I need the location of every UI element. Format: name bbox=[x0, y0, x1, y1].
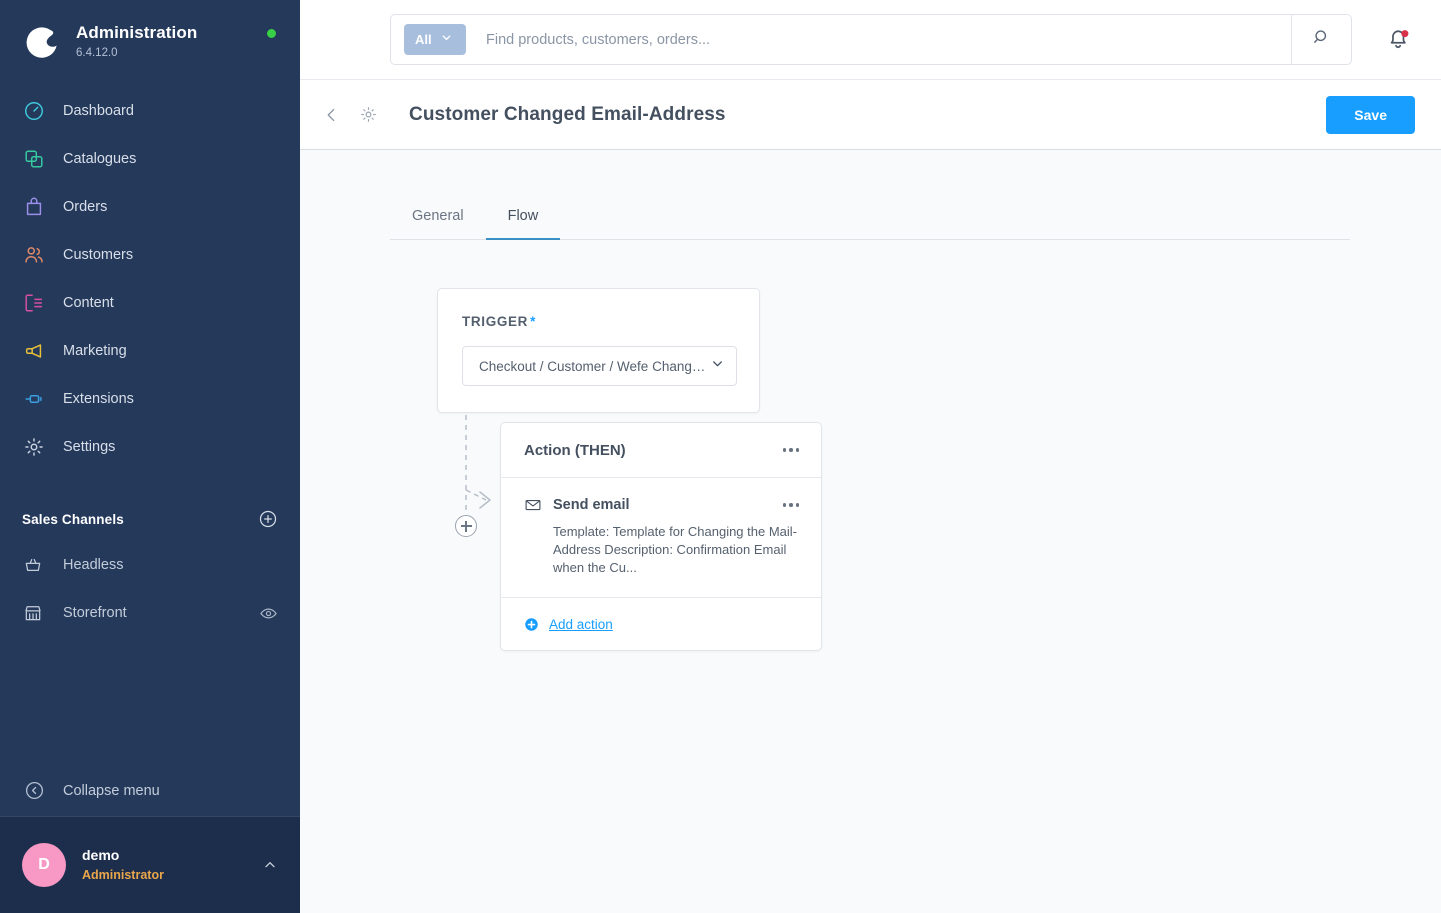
user-menu[interactable]: D demo Administrator bbox=[0, 817, 300, 913]
main-area: All Find products, customers, orders... … bbox=[300, 0, 1441, 913]
page-title: Customer Changed Email-Address bbox=[409, 103, 726, 125]
sidebar-item-content[interactable]: Content bbox=[0, 279, 300, 327]
sidebar-nav: Dashboard Catalogues Orders Customers Co… bbox=[0, 87, 300, 471]
bag-icon bbox=[22, 195, 46, 219]
add-action-row[interactable]: Add action bbox=[501, 597, 821, 650]
plus-circle-icon[interactable] bbox=[258, 509, 278, 529]
search-icon bbox=[1312, 27, 1332, 52]
flow-canvas: TRIGGER * Checkout / Customer / Wefe Chan… bbox=[390, 240, 1350, 840]
sidebar-item-label: Storefront bbox=[63, 605, 127, 621]
collapse-menu-label: Collapse menu bbox=[63, 782, 160, 799]
sidebar-item-label: Extensions bbox=[63, 391, 134, 407]
tab-label: General bbox=[412, 208, 464, 224]
tab-bar: General Flow bbox=[390, 194, 1350, 240]
search-scope-label: All bbox=[415, 32, 432, 47]
trigger-card: TRIGGER * Checkout / Customer / Wefe Chan… bbox=[437, 288, 760, 413]
notifications-button[interactable] bbox=[1383, 24, 1415, 56]
page-settings-button[interactable] bbox=[354, 101, 382, 129]
sidebar-item-settings[interactable]: Settings bbox=[0, 423, 300, 471]
sidebar-item-label: Content bbox=[63, 295, 114, 311]
sidebar-item-orders[interactable]: Orders bbox=[0, 183, 300, 231]
collapse-icon bbox=[22, 779, 46, 803]
content-inner: General Flow TRIGGER * Checkout / Custom… bbox=[390, 150, 1350, 840]
plus-circle-filled-icon bbox=[524, 617, 539, 632]
trigger-label: TRIGGER bbox=[462, 314, 529, 329]
megaphone-icon bbox=[22, 339, 46, 363]
action-item-name: Send email bbox=[553, 497, 630, 513]
status-indicator-dot bbox=[267, 29, 276, 38]
global-search-bar: All bbox=[390, 14, 1352, 65]
sidebar-item-label: Catalogues bbox=[63, 151, 137, 167]
gauge-icon bbox=[22, 99, 46, 123]
tab-general[interactable]: General bbox=[390, 194, 486, 240]
sidebar-item-label: Dashboard bbox=[63, 103, 134, 119]
sidebar-item-catalogues[interactable]: Catalogues bbox=[0, 135, 300, 183]
gear-icon bbox=[22, 435, 46, 459]
sidebar-item-headless[interactable]: Headless bbox=[0, 541, 300, 589]
ellipsis-icon[interactable] bbox=[777, 442, 806, 458]
action-item-details: Template: Template for Changing the Mail… bbox=[553, 524, 797, 575]
sidebar-item-label: Headless bbox=[63, 557, 124, 573]
search-input[interactable] bbox=[486, 31, 1291, 48]
tab-label: Flow bbox=[507, 208, 539, 224]
required-marker: * bbox=[530, 314, 536, 329]
chevron-down-icon bbox=[710, 356, 725, 376]
content-area: General Flow TRIGGER * Checkout / Custom… bbox=[300, 150, 1441, 913]
collapse-menu-button[interactable]: Collapse menu bbox=[0, 765, 300, 817]
action-item: Send email Template: Template for Changi… bbox=[501, 478, 821, 597]
search-scope-selector[interactable]: All bbox=[404, 24, 466, 55]
trigger-label-row: TRIGGER * bbox=[462, 313, 735, 331]
user-name: demo bbox=[82, 847, 120, 863]
sidebar-item-label: Customers bbox=[63, 247, 134, 263]
action-card-header: Action (THEN) bbox=[501, 423, 821, 478]
sidebar-brand-title: Administration bbox=[76, 23, 198, 42]
bell-icon bbox=[1383, 30, 1413, 58]
sidebar-item-storefront[interactable]: Storefront bbox=[0, 589, 300, 637]
chevron-up-icon[interactable] bbox=[262, 857, 278, 873]
save-button[interactable]: Save bbox=[1326, 95, 1415, 134]
action-item-row: Send email bbox=[524, 496, 805, 514]
eye-icon[interactable] bbox=[259, 604, 278, 623]
mail-icon bbox=[524, 496, 542, 514]
add-flow-node-button[interactable] bbox=[455, 515, 477, 537]
user-meta: demo Administrator bbox=[82, 846, 262, 884]
layout-icon bbox=[22, 291, 46, 315]
add-action-link[interactable]: Add action bbox=[549, 617, 613, 632]
copy-icon bbox=[22, 147, 46, 171]
users-icon bbox=[22, 243, 46, 267]
sidebar-item-marketing[interactable]: Marketing bbox=[0, 327, 300, 375]
search-submit-button[interactable] bbox=[1291, 15, 1351, 64]
sidebar-brand-version: 6.4.12.0 bbox=[76, 47, 118, 59]
user-role: Administrator bbox=[82, 868, 164, 882]
ellipsis-icon[interactable] bbox=[777, 497, 806, 513]
shop-icon bbox=[22, 602, 44, 624]
shopware-logo-icon bbox=[22, 23, 60, 61]
sales-channels-section-header: Sales Channels bbox=[0, 497, 300, 541]
sidebar-item-customers[interactable]: Customers bbox=[0, 231, 300, 279]
trigger-select-value: Checkout / Customer / Wefe Changed ... bbox=[479, 358, 710, 374]
back-button[interactable] bbox=[318, 101, 346, 129]
sidebar-item-label: Orders bbox=[63, 199, 108, 215]
sidebar-item-label: Settings bbox=[63, 439, 116, 455]
sidebar: Administration 6.4.12.0 Dashboard Catalo… bbox=[0, 0, 300, 913]
trigger-select[interactable]: Checkout / Customer / Wefe Changed ... bbox=[462, 346, 737, 386]
tab-flow[interactable]: Flow bbox=[485, 194, 561, 240]
sidebar-item-extensions[interactable]: Extensions bbox=[0, 375, 300, 423]
sidebar-item-label: Marketing bbox=[63, 343, 127, 359]
app-root: Administration 6.4.12.0 Dashboard Catalo… bbox=[0, 0, 1441, 913]
action-card: Action (THEN) Send email Template: Templ… bbox=[500, 422, 822, 651]
topbar: All bbox=[300, 0, 1441, 80]
chevron-down-icon bbox=[440, 31, 453, 49]
sidebar-item-dashboard[interactable]: Dashboard bbox=[0, 87, 300, 135]
action-card-title: Action (THEN) bbox=[524, 441, 626, 459]
basket-icon bbox=[22, 554, 44, 576]
avatar: D bbox=[22, 843, 66, 887]
sidebar-brand[interactable]: Administration 6.4.12.0 bbox=[0, 0, 300, 61]
plug-icon bbox=[22, 387, 46, 411]
page-header: Customer Changed Email-Address Save bbox=[300, 80, 1441, 150]
trigger-card-body: TRIGGER * Checkout / Customer / Wefe Chan… bbox=[438, 289, 759, 412]
sales-channels-title: Sales Channels bbox=[22, 511, 124, 527]
